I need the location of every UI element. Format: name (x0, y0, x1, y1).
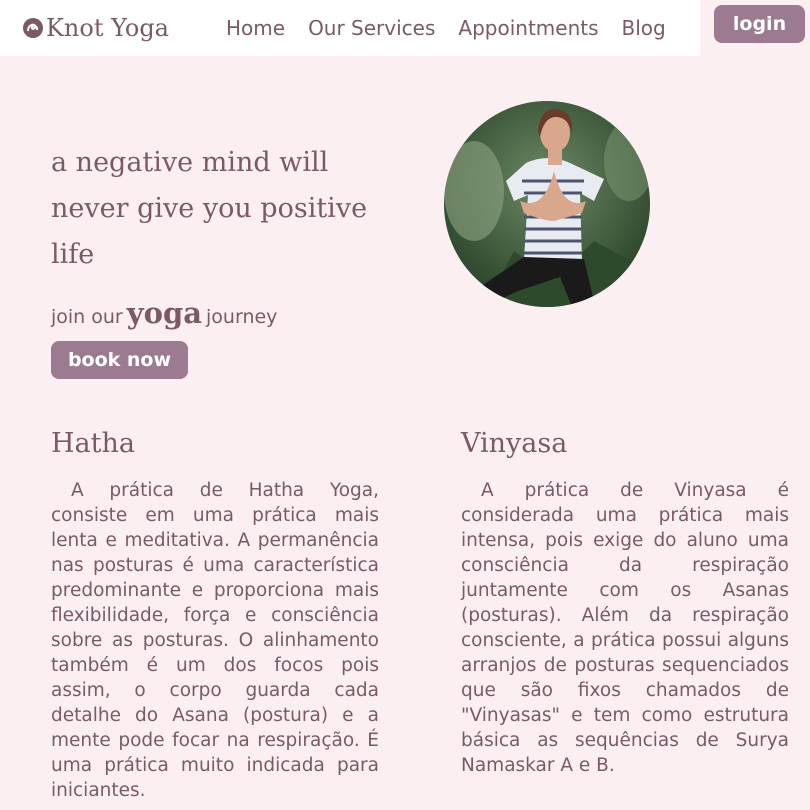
card-text: A prática de Hatha Yoga, consiste em uma… (51, 480, 379, 801)
card-hatha: Hatha A prática de Hatha Yoga, consiste … (51, 428, 379, 803)
join-suffix: journey (206, 306, 278, 328)
nav-link-our-services[interactable]: Our Services (308, 16, 435, 40)
card-title: Vinyasa (461, 428, 568, 459)
book-now-button[interactable]: book now (51, 341, 188, 379)
woman-yoga-tree-pose-photo (444, 101, 650, 307)
login-button[interactable]: login (714, 5, 805, 43)
join-highlight: yoga (126, 296, 203, 330)
hero-join-line: join our yoga journey (51, 296, 277, 330)
hero-quote: a negative mind will never give you posi… (51, 147, 368, 270)
card-vinyasa: Vinyasa A prática de Vinyasa é considera… (461, 428, 789, 778)
join-prefix: join our (51, 306, 123, 328)
nav-link-home[interactable]: Home (226, 16, 285, 40)
yoga-photo-illustration (444, 101, 650, 307)
nav-link-blog[interactable]: Blog (622, 16, 666, 40)
brand-logo[interactable]: Knot Yoga (22, 12, 169, 44)
card-text: A prática de Vinyasa é considerada uma p… (461, 480, 789, 776)
nav-link-appointments[interactable]: Appointments (458, 16, 598, 40)
top-navbar: Knot Yoga Home Our Services Appointments… (0, 0, 810, 56)
card-title: Hatha (51, 428, 135, 459)
brand-name: Knot Yoga (46, 14, 169, 42)
knot-logo-icon (23, 18, 43, 38)
main-nav: Home Our Services Appointments Blog (226, 16, 689, 40)
